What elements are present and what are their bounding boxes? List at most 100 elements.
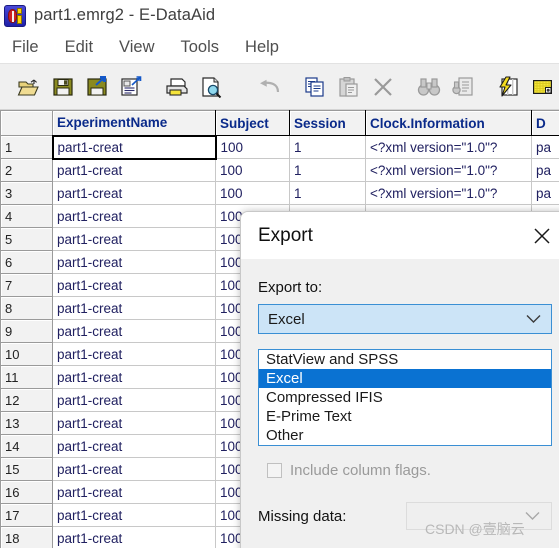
open-icon[interactable] bbox=[12, 70, 46, 104]
cell-experiment[interactable]: part1-creat bbox=[52, 434, 216, 458]
menu-item-file[interactable]: File bbox=[12, 36, 53, 59]
cell-datafile[interactable]: pa bbox=[531, 181, 559, 205]
delete-icon[interactable] bbox=[366, 70, 400, 104]
cell-session[interactable]: 1 bbox=[289, 181, 366, 205]
export-to-dropdown-list[interactable]: StatView and SPSS Excel Compressed IFIS E-P… bbox=[258, 349, 552, 446]
cell-experiment[interactable]: part1-creat bbox=[51, 134, 217, 160]
cell-subject[interactable]: 100 bbox=[215, 135, 290, 159]
menubar: File Edit View Tools Help bbox=[0, 31, 559, 64]
cell-experiment[interactable]: part1-creat bbox=[52, 342, 216, 366]
include-column-flags-row[interactable]: Include column flags. bbox=[267, 462, 431, 479]
column-header-subject[interactable]: Subject bbox=[215, 110, 290, 136]
cell-experiment[interactable]: part1-creat bbox=[52, 181, 216, 205]
window-titlebar: part1.emrg2 - E-DataAid bbox=[0, 0, 559, 31]
save-as-icon[interactable] bbox=[80, 70, 114, 104]
menu-item-tools[interactable]: Tools bbox=[181, 36, 234, 59]
edataaid-app-icon bbox=[4, 4, 26, 27]
cell-experiment[interactable]: part1-creat bbox=[52, 273, 216, 297]
print-preview-icon[interactable] bbox=[194, 70, 228, 104]
cell-clock[interactable]: <?xml version="1.0"? bbox=[365, 135, 532, 159]
cell-experiment[interactable]: part1-creat bbox=[52, 158, 216, 182]
cell-datafile[interactable]: pa bbox=[531, 158, 559, 182]
missing-data-label: Missing data: bbox=[258, 507, 347, 525]
include-column-flags-label: Include column flags. bbox=[290, 462, 431, 479]
row-header-cell[interactable]: 5 bbox=[0, 227, 53, 251]
edataaid-window: part1.emrg2 - E-DataAid File Edit View T… bbox=[0, 0, 559, 548]
row-header-cell[interactable]: 12 bbox=[0, 388, 53, 412]
cell-experiment[interactable]: part1-creat bbox=[52, 296, 216, 320]
cell-datafile[interactable]: pa bbox=[531, 135, 559, 159]
row-header-cell[interactable]: 1 bbox=[0, 135, 53, 159]
menu-item-help[interactable]: Help bbox=[245, 36, 293, 59]
include-column-flags-checkbox[interactable] bbox=[267, 463, 282, 478]
cell-session[interactable]: 1 bbox=[289, 135, 366, 159]
row-header-cell[interactable]: 14 bbox=[0, 434, 53, 458]
row-header-cell[interactable]: 13 bbox=[0, 411, 53, 435]
dropdown-option[interactable]: Other bbox=[259, 426, 551, 445]
grid-corner-header[interactable] bbox=[0, 110, 53, 136]
cell-experiment[interactable]: part1-creat bbox=[52, 227, 216, 251]
table-row[interactable]: 1 part1-creat 100 1 <?xml version="1.0"? pa bbox=[0, 134, 559, 160]
export-to-combobox[interactable]: Excel bbox=[258, 304, 552, 334]
save-icon[interactable] bbox=[46, 70, 80, 104]
table-row[interactable]: 2 part1-creat 100 1 <?xml version="1.0"? pa bbox=[0, 158, 559, 182]
column-header-clock-information[interactable]: Clock.Information bbox=[365, 110, 532, 136]
properties-icon[interactable] bbox=[114, 70, 148, 104]
row-header-cell[interactable]: 7 bbox=[0, 273, 53, 297]
chevron-down-icon bbox=[526, 311, 541, 328]
row-header-cell[interactable]: 8 bbox=[0, 296, 53, 320]
row-header-cell[interactable]: 3 bbox=[0, 181, 53, 205]
cell-experiment[interactable]: part1-creat bbox=[52, 411, 216, 435]
window-title: part1.emrg2 - E-DataAid bbox=[34, 6, 216, 24]
export-icon[interactable] bbox=[526, 70, 559, 104]
cell-experiment[interactable]: part1-creat bbox=[52, 250, 216, 274]
dropdown-option[interactable]: StatView and SPSS bbox=[259, 350, 551, 369]
export-dialog-titlebar: Export bbox=[241, 212, 559, 259]
filter-icon[interactable] bbox=[446, 70, 480, 104]
cell-clock[interactable]: <?xml version="1.0"? bbox=[365, 181, 532, 205]
cell-experiment[interactable]: part1-creat bbox=[52, 388, 216, 412]
menu-item-view[interactable]: View bbox=[119, 36, 168, 59]
missing-data-combobox[interactable] bbox=[406, 502, 552, 530]
row-header-cell[interactable]: 15 bbox=[0, 457, 53, 481]
column-header-datafile[interactable]: D bbox=[531, 110, 559, 136]
column-header-session[interactable]: Session bbox=[289, 110, 366, 136]
column-header-experimentname[interactable]: ExperimentName bbox=[52, 110, 216, 136]
close-icon[interactable] bbox=[529, 223, 555, 249]
cell-subject[interactable]: 100 bbox=[215, 158, 290, 182]
dropdown-option[interactable]: E-Prime Text bbox=[259, 407, 551, 426]
row-header-cell[interactable]: 18 bbox=[0, 526, 53, 548]
row-header-cell[interactable]: 17 bbox=[0, 503, 53, 527]
cell-subject[interactable]: 100 bbox=[215, 181, 290, 205]
cell-session[interactable]: 1 bbox=[289, 158, 366, 182]
cell-experiment[interactable]: part1-creat bbox=[52, 365, 216, 389]
row-header-cell[interactable]: 9 bbox=[0, 319, 53, 343]
row-header-cell[interactable]: 16 bbox=[0, 480, 53, 504]
cell-experiment[interactable]: part1-creat bbox=[52, 480, 216, 504]
dropdown-option[interactable]: Compressed IFIS bbox=[259, 388, 551, 407]
cell-experiment[interactable]: part1-creat bbox=[52, 319, 216, 343]
row-header-cell[interactable]: 11 bbox=[0, 365, 53, 389]
dropdown-option[interactable]: Excel bbox=[259, 369, 551, 388]
menu-item-edit[interactable]: Edit bbox=[65, 36, 107, 59]
toolbar bbox=[0, 65, 559, 110]
find-icon[interactable] bbox=[412, 70, 446, 104]
row-header-cell[interactable]: 2 bbox=[0, 158, 53, 182]
table-row[interactable]: 3 part1-creat 100 1 <?xml version="1.0"? pa bbox=[0, 181, 559, 205]
cell-experiment[interactable]: part1-creat bbox=[52, 503, 216, 527]
analyze-icon[interactable] bbox=[492, 70, 526, 104]
row-header-cell[interactable]: 4 bbox=[0, 204, 53, 228]
cell-experiment[interactable]: part1-creat bbox=[52, 204, 216, 228]
paste-icon[interactable] bbox=[332, 70, 366, 104]
export-to-selected-value: Excel bbox=[268, 310, 305, 328]
copy-icon[interactable] bbox=[298, 70, 332, 104]
row-header-cell[interactable]: 10 bbox=[0, 342, 53, 366]
print-icon[interactable] bbox=[160, 70, 194, 104]
export-dialog: Export Export to: Excel StatView and SPS… bbox=[240, 211, 559, 548]
undo-icon[interactable] bbox=[252, 70, 286, 104]
export-to-label: Export to: bbox=[258, 279, 323, 296]
cell-experiment[interactable]: part1-creat bbox=[52, 457, 216, 481]
cell-clock[interactable]: <?xml version="1.0"? bbox=[365, 158, 532, 182]
cell-experiment[interactable]: part1-creat bbox=[52, 526, 216, 548]
row-header-cell[interactable]: 6 bbox=[0, 250, 53, 274]
